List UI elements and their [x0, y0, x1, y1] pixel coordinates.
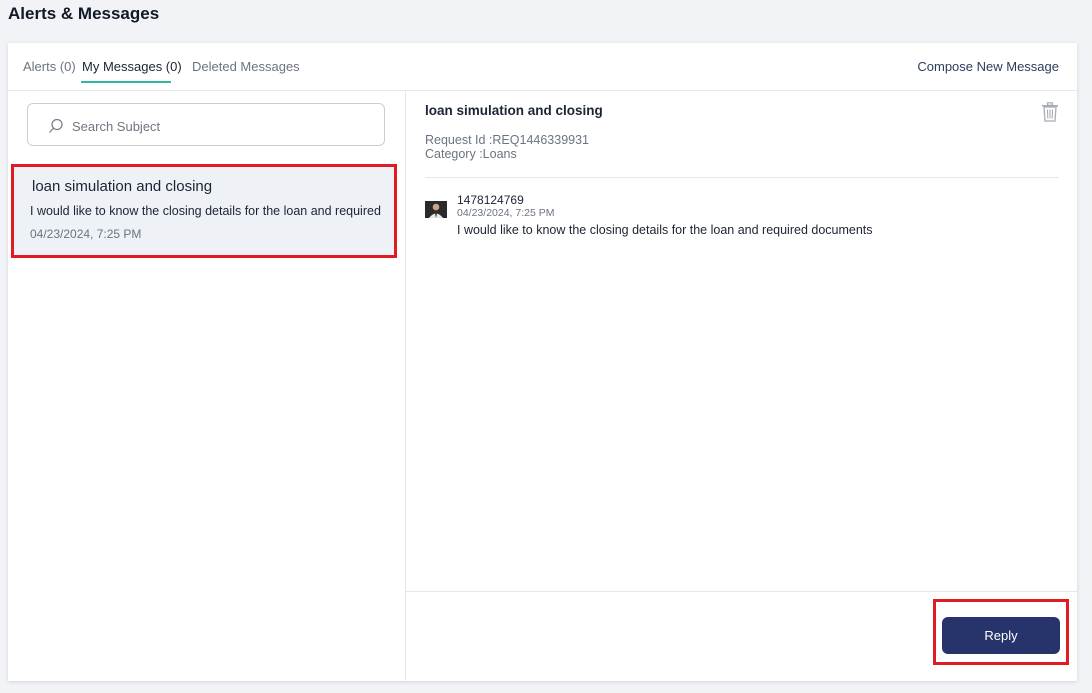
- request-id: Request Id :REQ1446339931: [425, 133, 590, 147]
- category: Category :Loans: [425, 147, 517, 161]
- reply-button[interactable]: Reply: [942, 617, 1060, 654]
- tab-deleted-messages[interactable]: Deleted Messages: [192, 59, 300, 74]
- messages-card: Alerts (0) My Messages (0) Deleted Messa…: [8, 43, 1077, 681]
- detail-subject: loan simulation and closing: [425, 103, 603, 118]
- avatar: [425, 201, 447, 218]
- message-list-pane: loan simulation and closing I would like…: [8, 91, 406, 681]
- active-tab-indicator: [81, 81, 171, 83]
- thread-date: 04/23/2024, 7:25 PM: [457, 207, 555, 219]
- search-icon: [49, 118, 63, 133]
- message-list-item[interactable]: loan simulation and closing I would like…: [11, 164, 397, 258]
- detail-footer: Reply: [406, 591, 1077, 681]
- message-subject: loan simulation and closing: [32, 178, 213, 195]
- message-preview: I would like to know the closing details…: [30, 204, 381, 218]
- message-detail-pane: loan simulation and closing Request Id :…: [406, 91, 1077, 681]
- page-title: Alerts & Messages: [8, 4, 160, 23]
- tab-my-messages[interactable]: My Messages (0): [82, 59, 182, 74]
- search-box[interactable]: [27, 103, 385, 146]
- tab-bar: Alerts (0) My Messages (0) Deleted Messa…: [8, 43, 1077, 91]
- compose-new-message-link[interactable]: Compose New Message: [917, 59, 1059, 74]
- search-input[interactable]: [70, 113, 374, 139]
- thread-body: I would like to know the closing details…: [457, 223, 873, 237]
- thread-sender: 1478124769: [457, 193, 524, 207]
- divider: [425, 177, 1059, 178]
- tab-alerts[interactable]: Alerts (0): [23, 59, 76, 74]
- trash-icon[interactable]: [1041, 102, 1059, 122]
- message-date: 04/23/2024, 7:25 PM: [30, 227, 142, 241]
